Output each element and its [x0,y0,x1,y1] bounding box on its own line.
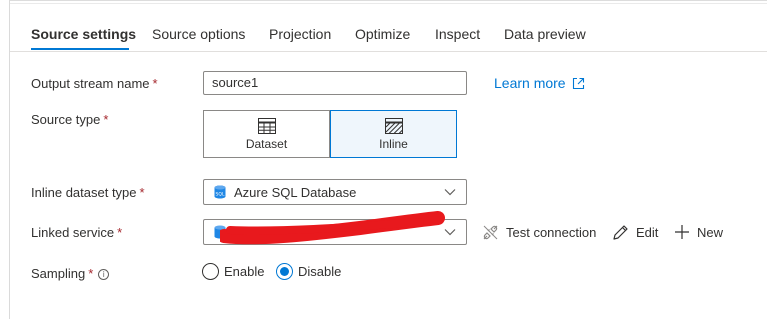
tab-source-settings[interactable]: Source settings [31,26,136,42]
sampling-label: Sampling * i [31,266,110,281]
source-type-inline-option[interactable]: Inline [330,110,457,158]
chevron-down-icon [444,229,456,236]
inline-option-label: Inline [379,136,408,151]
edit-label: Edit [636,225,659,240]
pencil-icon [613,225,628,240]
output-stream-name-input[interactable]: source1 [203,71,467,95]
tab-projection[interactable]: Projection [269,26,331,42]
inline-dataset-type-label-text: Inline dataset type [31,185,137,200]
sampling-enable-radio[interactable]: Enable [202,263,264,280]
svg-text:SQL: SQL [216,192,225,198]
tab-data-preview[interactable]: Data preview [504,26,586,42]
output-stream-name-label-text: Output stream name [31,76,150,91]
required-mark: * [103,112,109,127]
required-mark: * [139,185,145,200]
table-icon [257,117,276,134]
sampling-disable-radio[interactable]: Disable [276,263,341,280]
tab-optimize[interactable]: Optimize [355,26,410,42]
tab-divider [10,51,767,52]
required-mark: * [117,225,123,240]
linked-service-label-text: Linked service [31,225,115,240]
active-tab-indicator [31,48,129,50]
learn-more-label: Learn more [494,75,566,91]
radio-circle-selected [276,263,293,280]
sql-database-icon: SQL [214,185,226,199]
top-border-inner [10,3,767,4]
inline-dataset-type-dropdown[interactable]: SQL Azure SQL Database [203,179,467,205]
test-connection-button[interactable]: Test connection [482,224,596,241]
required-mark: * [152,76,158,91]
plug-disconnected-icon [483,225,498,240]
radio-circle [202,263,219,280]
new-label: New [697,224,724,240]
required-mark: * [88,266,94,281]
sampling-label-text: Sampling [31,266,86,281]
info-icon[interactable]: i [98,269,110,280]
top-border [10,0,767,1]
source-type-dataset-option[interactable]: Dataset [203,110,330,158]
enable-label: Enable [224,264,265,279]
tab-inspect[interactable]: Inspect [435,26,480,42]
plus-icon [675,225,689,239]
hatched-table-icon [384,117,403,134]
redaction-scribble [220,211,445,245]
new-button[interactable]: New [674,224,723,240]
dataset-option-label: Dataset [245,136,288,151]
linked-service-label: Linked service * [31,225,122,240]
test-connection-label: Test connection [506,225,597,240]
source-type-label: Source type * [31,112,108,127]
disable-label: Disable [298,264,342,279]
left-border [9,0,10,319]
output-stream-name-label: Output stream name * [31,76,158,91]
external-link-icon [572,77,584,89]
learn-more-link[interactable]: Learn more [494,75,585,91]
chevron-down-icon [444,189,456,196]
edit-button[interactable]: Edit [612,224,658,241]
tab-source-options[interactable]: Source options [152,26,245,42]
inline-dataset-type-label: Inline dataset type * [31,185,145,200]
source-type-label-text: Source type [31,112,101,127]
inline-dataset-type-value: Azure SQL Database [234,184,357,200]
